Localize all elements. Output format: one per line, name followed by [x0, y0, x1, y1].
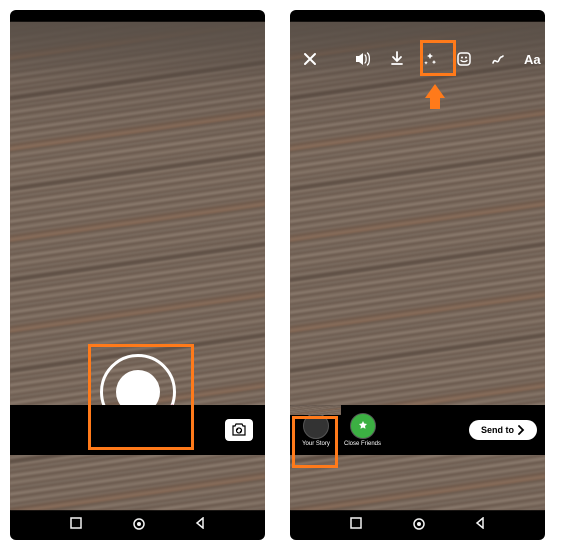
close-friends-label: Close Friends: [344, 441, 381, 447]
nav-home-icon[interactable]: [132, 517, 144, 529]
send-to-button[interactable]: Send to: [469, 420, 537, 440]
camera-bottom-bar: [10, 405, 265, 455]
close-icon[interactable]: [302, 49, 318, 69]
close-friends-button[interactable]: Close Friends: [344, 413, 381, 447]
story-edit-screen: Aa Your Story Close Fri: [290, 10, 545, 540]
sticker-icon[interactable]: [456, 49, 472, 69]
nav-recent-icon[interactable]: [70, 517, 82, 529]
story-toolbar: Aa: [290, 44, 545, 74]
sound-icon[interactable]: [354, 49, 372, 69]
android-nav-bar: [10, 510, 265, 536]
nav-recent-icon[interactable]: [350, 517, 362, 529]
story-preview: Aa Your Story Close Fri: [290, 22, 545, 510]
nav-home-icon[interactable]: [412, 517, 424, 529]
chevron-right-icon: [517, 425, 525, 435]
nav-back-icon[interactable]: [474, 517, 486, 529]
send-to-label: Send to: [481, 425, 514, 435]
your-story-label: Your Story: [302, 441, 330, 447]
text-tool[interactable]: Aa: [524, 49, 541, 69]
effects-icon[interactable]: [422, 49, 438, 69]
download-icon[interactable]: [390, 49, 404, 69]
story-bottom-bar: Your Story Close Friends Send to: [290, 405, 545, 455]
android-nav-bar: [290, 510, 545, 536]
draw-icon[interactable]: [490, 49, 506, 69]
viewfinder: [10, 22, 265, 510]
camera-capture-screen: [10, 10, 265, 540]
avatar: [303, 413, 329, 439]
your-story-button[interactable]: Your Story: [298, 413, 334, 447]
nav-back-icon[interactable]: [194, 517, 206, 529]
switch-camera-icon[interactable]: [225, 419, 253, 441]
star-icon: [350, 413, 376, 439]
